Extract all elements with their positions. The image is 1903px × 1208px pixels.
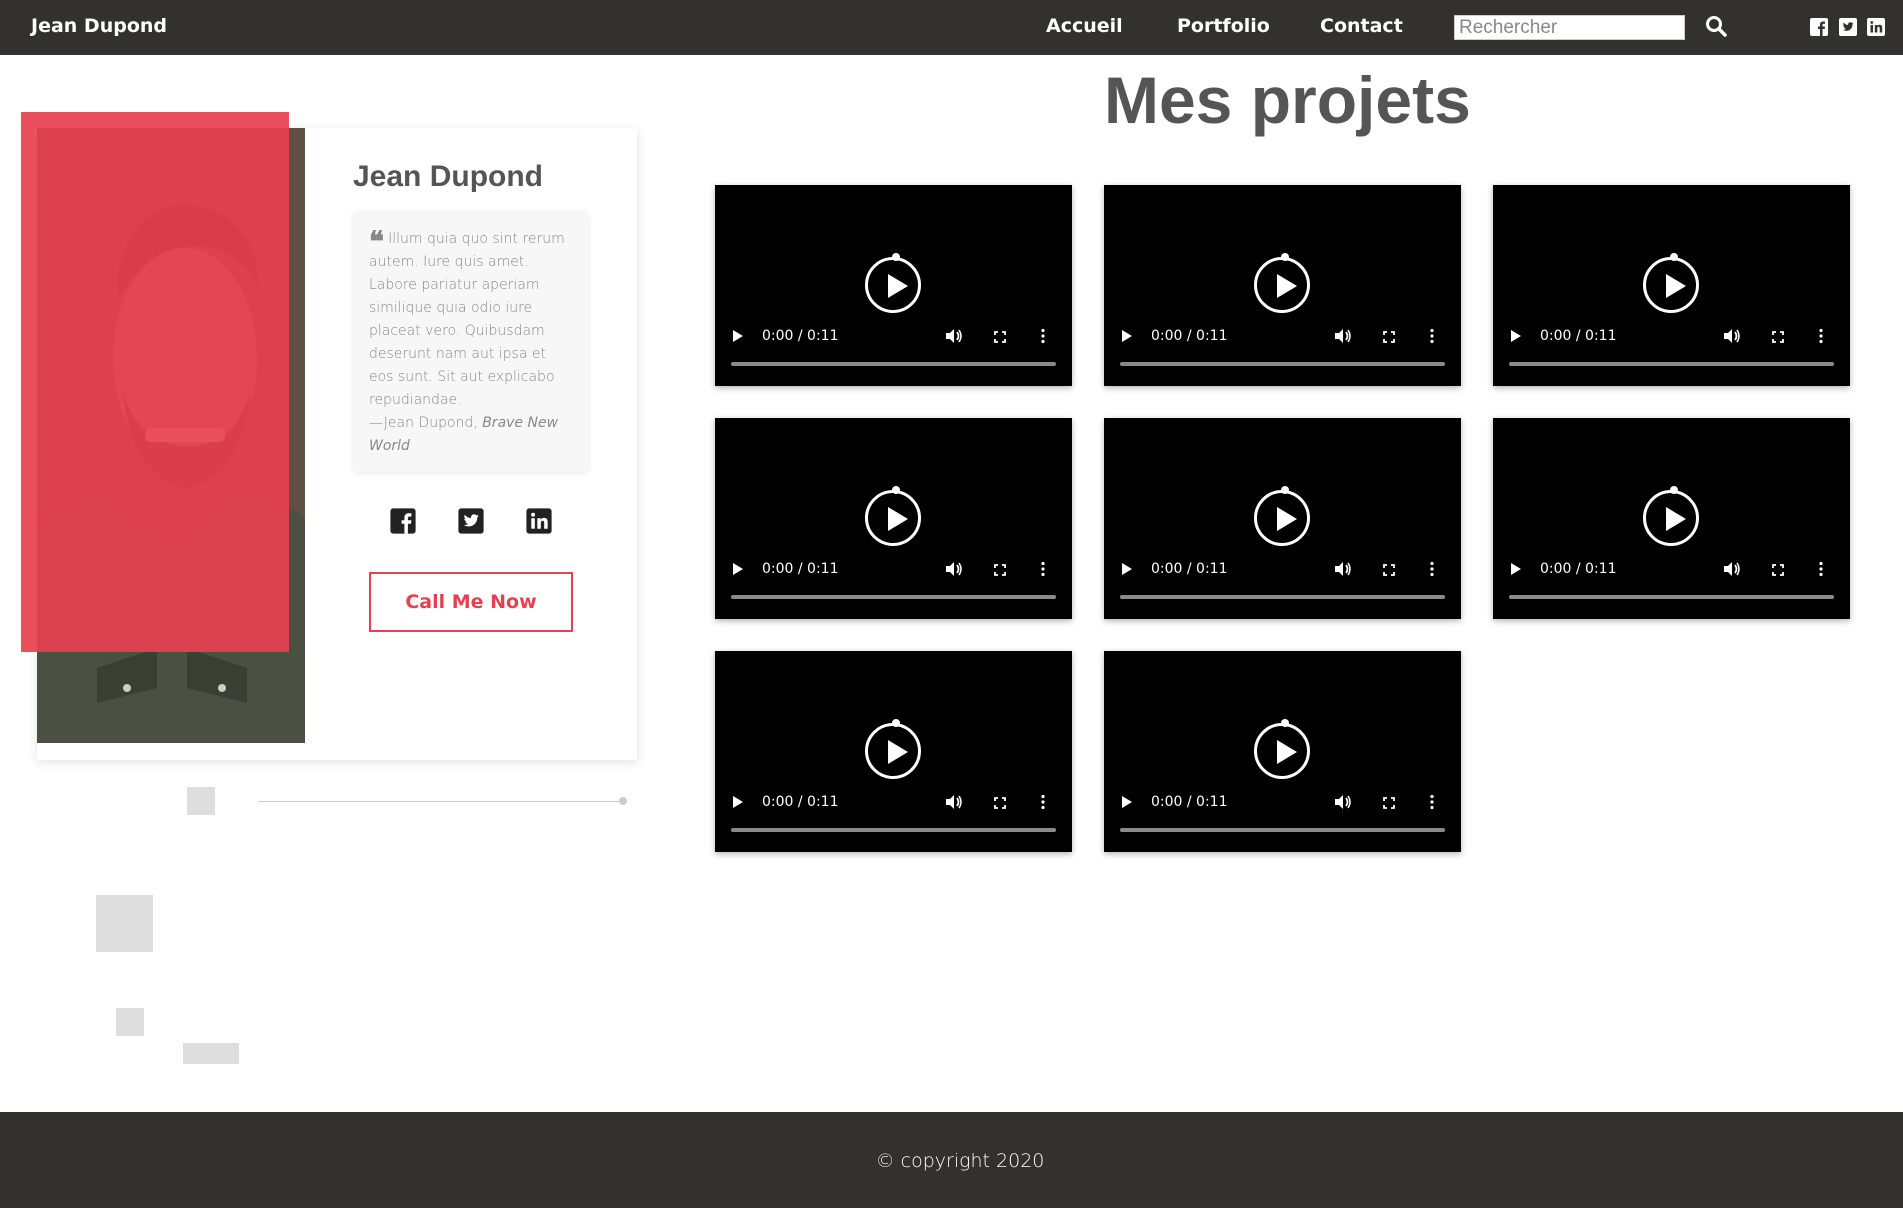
video-time: 0:00 / 0:11 — [762, 561, 839, 577]
decorative-dot — [619, 797, 627, 805]
progress-bar[interactable] — [731, 828, 1056, 832]
volume-icon[interactable] — [1334, 794, 1352, 810]
call-me-now-button[interactable]: Call Me Now — [369, 572, 573, 632]
more-options-icon[interactable] — [1430, 561, 1434, 577]
more-options-icon[interactable] — [1041, 328, 1045, 344]
play-icon[interactable] — [1643, 486, 1699, 546]
quote-text: Illum quia quo sint rerum autem. Iure qu… — [369, 231, 565, 408]
projects-title: Mes projets — [1104, 63, 1471, 137]
nav-link-accueil[interactable]: Accueil — [1046, 15, 1123, 37]
more-options-icon[interactable] — [1819, 328, 1823, 344]
video-player[interactable]: 0:00 / 0:11 — [1493, 185, 1850, 386]
video-time: 0:00 / 0:11 — [762, 328, 839, 344]
nav-link-portfolio[interactable]: Portfolio — [1177, 15, 1270, 37]
search-icon[interactable] — [1704, 14, 1728, 38]
video-player[interactable]: 0:00 / 0:11 — [715, 418, 1072, 619]
video-player[interactable]: 0:00 / 0:11 — [1493, 418, 1850, 619]
quote-icon: ❝ — [369, 225, 385, 258]
profile-name: Jean Dupond — [353, 160, 544, 193]
search-input[interactable] — [1454, 15, 1685, 40]
quote-author: —Jean Dupond, — [369, 415, 483, 431]
progress-bar[interactable] — [1120, 362, 1445, 366]
volume-icon[interactable] — [1334, 561, 1352, 577]
play-button[interactable] — [1511, 330, 1521, 342]
play-icon[interactable] — [865, 719, 921, 779]
play-button[interactable] — [1122, 796, 1132, 808]
progress-bar[interactable] — [731, 362, 1056, 366]
play-button[interactable] — [1122, 330, 1132, 342]
progress-bar[interactable] — [1509, 595, 1834, 599]
quote-box: ❝ Illum quia quo sint rerum autem. Iure q… — [353, 210, 589, 472]
video-player[interactable]: 0:00 / 0:11 — [715, 651, 1072, 852]
decorative-line — [258, 801, 622, 802]
fullscreen-icon[interactable] — [994, 563, 1006, 576]
video-time: 0:00 / 0:11 — [1540, 561, 1617, 577]
more-options-icon[interactable] — [1041, 794, 1045, 810]
volume-icon[interactable] — [945, 328, 963, 344]
fullscreen-icon[interactable] — [1383, 563, 1395, 576]
volume-icon[interactable] — [1334, 328, 1352, 344]
facebook-icon[interactable] — [1809, 17, 1829, 37]
facebook-icon[interactable] — [389, 507, 417, 535]
video-time: 0:00 / 0:11 — [1540, 328, 1617, 344]
twitter-icon[interactable] — [457, 507, 485, 535]
decorative-square — [96, 895, 153, 952]
play-button[interactable] — [1511, 563, 1521, 575]
progress-bar[interactable] — [1509, 362, 1834, 366]
copyright-text: © copyright 2020 — [875, 1150, 1045, 1172]
nav-link-contact[interactable]: Contact — [1320, 15, 1403, 37]
play-icon[interactable] — [865, 486, 921, 546]
more-options-icon[interactable] — [1041, 561, 1045, 577]
linkedin-icon[interactable] — [1866, 17, 1886, 37]
play-button[interactable] — [733, 330, 743, 342]
decorative-square — [116, 1008, 144, 1036]
progress-bar[interactable] — [731, 595, 1056, 599]
brand-logo[interactable]: Jean Dupond — [31, 15, 167, 37]
decorative-square — [187, 787, 215, 815]
navbar: Jean Dupond Accueil Portfolio Contact — [0, 0, 1903, 55]
video-time: 0:00 / 0:11 — [762, 794, 839, 810]
play-button[interactable] — [733, 796, 743, 808]
fullscreen-icon[interactable] — [994, 796, 1006, 809]
more-options-icon[interactable] — [1430, 328, 1434, 344]
video-player[interactable]: 0:00 / 0:11 — [1104, 418, 1461, 619]
progress-bar[interactable] — [1120, 595, 1445, 599]
video-time: 0:00 / 0:11 — [1151, 794, 1228, 810]
volume-icon[interactable] — [1723, 561, 1741, 577]
decorative-square — [183, 1043, 239, 1064]
video-time: 0:00 / 0:11 — [1151, 328, 1228, 344]
more-options-icon[interactable] — [1819, 561, 1823, 577]
twitter-icon[interactable] — [1838, 17, 1858, 37]
play-button[interactable] — [733, 563, 743, 575]
linkedin-icon[interactable] — [525, 507, 553, 535]
play-icon[interactable] — [1254, 486, 1310, 546]
play-icon[interactable] — [1254, 253, 1310, 313]
play-icon[interactable] — [865, 253, 921, 313]
more-options-icon[interactable] — [1430, 794, 1434, 810]
video-time: 0:00 / 0:11 — [1151, 561, 1228, 577]
fullscreen-icon[interactable] — [1383, 796, 1395, 809]
volume-icon[interactable] — [945, 794, 963, 810]
fullscreen-icon[interactable] — [1383, 330, 1395, 343]
volume-icon[interactable] — [945, 561, 963, 577]
play-button[interactable] — [1122, 563, 1132, 575]
fullscreen-icon[interactable] — [994, 330, 1006, 343]
footer: © copyright 2020 — [0, 1112, 1903, 1208]
video-player[interactable]: 0:00 / 0:11 — [1104, 185, 1461, 386]
progress-bar[interactable] — [1120, 828, 1445, 832]
fullscreen-icon[interactable] — [1772, 563, 1784, 576]
play-icon[interactable] — [1254, 719, 1310, 779]
video-player[interactable]: 0:00 / 0:11 — [715, 185, 1072, 386]
photo-accent-overlay — [21, 112, 289, 652]
video-player[interactable]: 0:00 / 0:11 — [1104, 651, 1461, 852]
play-icon[interactable] — [1643, 253, 1699, 313]
fullscreen-icon[interactable] — [1772, 330, 1784, 343]
volume-icon[interactable] — [1723, 328, 1741, 344]
